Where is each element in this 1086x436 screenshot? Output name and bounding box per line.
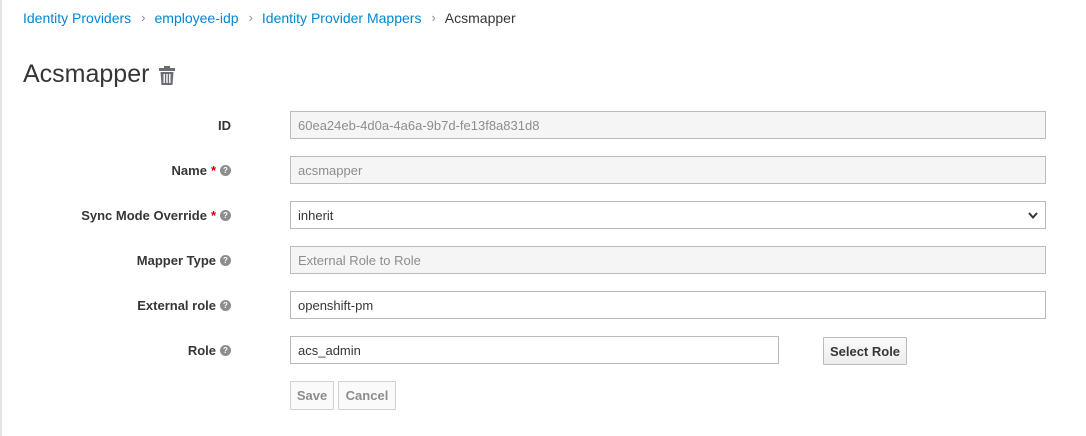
sync-mode-selected-value: inherit: [298, 207, 334, 223]
breadcrumb-identity-providers[interactable]: Identity Providers: [23, 10, 131, 26]
mapper-type-label-text: Mapper Type: [136, 252, 216, 268]
breadcrumb: Identity Providers › employee-idp › Iden…: [23, 10, 516, 26]
form-row-role: Role ? acs_admin Select Role: [0, 336, 1086, 365]
role-label-text: Role: [187, 342, 216, 358]
chevron-down-icon: [1028, 212, 1038, 220]
external-role-label: External role ?: [137, 291, 231, 319]
sync-mode-select[interactable]: inherit: [290, 201, 1046, 229]
external-role-input[interactable]: openshift-pm: [290, 291, 1046, 319]
required-marker: *: [210, 207, 216, 223]
trash-icon[interactable]: [159, 65, 176, 86]
name-field[interactable]: acsmapper: [290, 156, 1046, 184]
page-title: Acsmapper: [23, 60, 150, 88]
sync-mode-label-text: Sync Mode Override: [81, 207, 207, 223]
name-label-text: Name: [171, 162, 207, 178]
breadcrumb-separator-icon: ›: [431, 10, 436, 25]
question-circle-icon[interactable]: ?: [220, 209, 231, 221]
breadcrumb-identity-provider-mappers[interactable]: Identity Provider Mappers: [262, 10, 422, 26]
id-field[interactable]: 60ea24eb-4d0a-4a6a-9b7d-fe13f8a831d8: [290, 111, 1046, 139]
page-header: Acsmapper: [23, 59, 176, 89]
role-label: Role ?: [188, 336, 231, 364]
cancel-button[interactable]: Cancel: [338, 381, 396, 410]
breadcrumb-employee-idp[interactable]: employee-idp: [155, 10, 239, 26]
breadcrumb-current: Acsmapper: [444, 10, 516, 26]
select-role-button[interactable]: Select Role: [823, 337, 907, 365]
form-row-external-role: External role ? openshift-pm: [0, 291, 1086, 319]
question-circle-icon[interactable]: ?: [220, 254, 231, 266]
form-row-sync-mode: Sync Mode Override * ? inherit: [0, 201, 1086, 229]
id-label: ID: [218, 111, 231, 139]
name-label: Name * ?: [172, 156, 231, 184]
question-circle-icon[interactable]: ?: [220, 344, 231, 356]
id-label-text: ID: [218, 117, 231, 133]
form-row-id: ID 60ea24eb-4d0a-4a6a-9b7d-fe13f8a831d8: [0, 111, 1086, 139]
required-marker: *: [210, 162, 216, 178]
breadcrumb-separator-icon: ›: [248, 10, 253, 25]
sync-mode-label: Sync Mode Override * ?: [81, 201, 231, 229]
save-button[interactable]: Save: [290, 381, 334, 410]
form-row-name: Name * ? acsmapper: [0, 156, 1086, 184]
role-input[interactable]: acs_admin: [290, 336, 779, 364]
external-role-label-text: External role: [137, 297, 216, 313]
mapper-type-label: Mapper Type ?: [137, 246, 231, 274]
question-circle-icon[interactable]: ?: [220, 299, 231, 311]
breadcrumb-separator-icon: ›: [141, 10, 146, 25]
form-row-mapper-type: Mapper Type ? External Role to Role: [0, 246, 1086, 274]
mapper-type-field[interactable]: External Role to Role: [290, 246, 1046, 274]
question-circle-icon[interactable]: ?: [220, 164, 231, 176]
